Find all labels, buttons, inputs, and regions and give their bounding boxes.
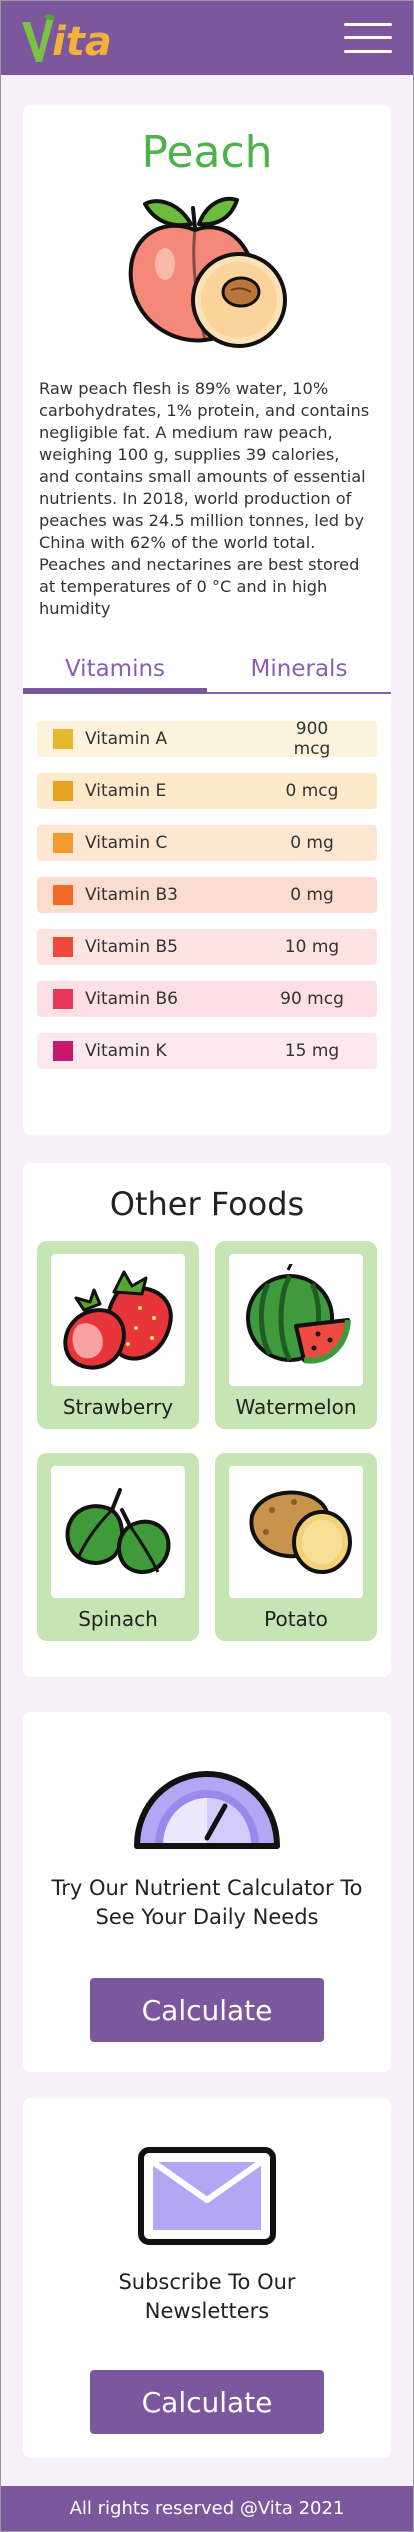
food-tile-watermelon[interactable]: Watermelon: [215, 1241, 377, 1429]
other-foods-title: Other Foods: [109, 1185, 305, 1223]
vitamin-name: Vitamin B3: [85, 884, 179, 905]
footer-copyright: All rights reserved @Vita 2021: [69, 2498, 345, 2519]
envelope-icon: [138, 2147, 276, 2245]
vitamin-value: 0 mg: [290, 884, 334, 905]
vitamin-row: Vitamin B3 0 mg: [37, 876, 377, 913]
vitamin-row: Vitamin B5 10 mg: [37, 928, 377, 965]
hamburger-menu-icon[interactable]: [344, 22, 392, 53]
peach-icon: [128, 196, 287, 348]
other-foods-card: Other Foods Strawberry Watermelon Spinac…: [23, 1163, 391, 1677]
spinach-icon: [65, 1488, 171, 1575]
vitamin-value: 0 mg: [290, 832, 334, 853]
food-tile-image: [51, 1466, 185, 1598]
food-title: Peach: [141, 127, 273, 178]
vitamin-name: Vitamin E: [85, 780, 167, 801]
subscribe-button[interactable]: Calculate: [90, 2370, 324, 2434]
calculator-promo-card: Try Our Nutrient Calculator To See Your …: [23, 1712, 391, 2072]
food-tile-spinach[interactable]: Spinach: [37, 1453, 199, 1641]
vitamin-value: 15 mg: [284, 1040, 340, 1061]
vitamin-value: 10 mg: [284, 936, 340, 957]
vitamin-color-swatch: [53, 832, 73, 853]
logo-v-icon: [22, 13, 55, 62]
nutrient-tabs: Vitamins Minerals: [23, 650, 391, 694]
vitamin-color-swatch: [53, 988, 73, 1009]
vitamin-name: Vitamin A: [85, 728, 168, 749]
strawberry-icon: [63, 1270, 173, 1370]
food-tile-label: Strawberry: [62, 1395, 174, 1419]
vitamin-color-swatch: [53, 728, 73, 749]
tab-active-indicator: [23, 687, 207, 694]
vitamin-name: Vitamin K: [85, 1040, 167, 1061]
vitamin-name: Vitamin C: [85, 832, 168, 853]
vitamin-value: 900 mcg: [293, 718, 331, 759]
vitamin-row: Vitamin K 15 mg: [37, 1032, 377, 1069]
vitamin-row: Vitamin A 900 mcg: [37, 718, 377, 759]
tab-minerals[interactable]: Minerals: [207, 650, 391, 694]
vitamin-row: Vitamin C 0 mg: [37, 824, 377, 861]
logo[interactable]: ita: [20, 10, 112, 66]
vitamin-color-swatch: [53, 1040, 73, 1061]
vitamin-color-swatch: [53, 884, 73, 905]
vitamin-row: Vitamin B6 90 mcg: [37, 980, 377, 1017]
calculator-promo-text: Try Our Nutrient Calculator To See Your …: [51, 1876, 363, 1929]
food-tile-image: [229, 1254, 363, 1386]
vitamin-list: Vitamin A 900 mcg Vitamin E 0 mcg Vitami…: [23, 694, 391, 1069]
footer: All rights reserved @Vita 2021: [0, 2486, 414, 2532]
food-tile-image: [51, 1254, 185, 1386]
vitamin-row: Vitamin E 0 mcg: [37, 772, 377, 809]
vitamin-value: 0 mcg: [285, 780, 339, 801]
vitamin-value: 90 mcg: [280, 988, 344, 1009]
watermelon-icon: [246, 1264, 351, 1364]
food-detail-card: Peach Raw peach flesh is 89% water, 10% …: [23, 105, 391, 1135]
vitamin-color-swatch: [53, 780, 73, 801]
food-tile-image: [229, 1466, 363, 1598]
food-tile-label: Watermelon: [235, 1395, 357, 1419]
newsletter-promo-text: Subscribe To Our Newsletters: [118, 2270, 296, 2323]
calculate-button[interactable]: Calculate: [90, 1978, 324, 2042]
food-description: Raw peach flesh is 89% water, 10% carboh…: [39, 378, 370, 618]
logo-text: ita: [52, 18, 112, 65]
potato-icon: [249, 1490, 352, 1574]
vitamin-name: Vitamin B6: [85, 988, 179, 1009]
vitamin-name: Vitamin B5: [85, 936, 179, 957]
app-header: ita: [0, 0, 414, 75]
vitamin-color-swatch: [53, 936, 73, 957]
newsletter-promo-card: Subscribe To Our Newsletters Calculate: [23, 2098, 391, 2458]
food-tile-label: Potato: [264, 1607, 328, 1631]
food-tile-potato[interactable]: Potato: [215, 1453, 377, 1641]
food-tile-strawberry[interactable]: Strawberry: [37, 1241, 199, 1429]
gauge-icon: [134, 1771, 280, 1849]
food-tile-label: Spinach: [78, 1607, 158, 1631]
